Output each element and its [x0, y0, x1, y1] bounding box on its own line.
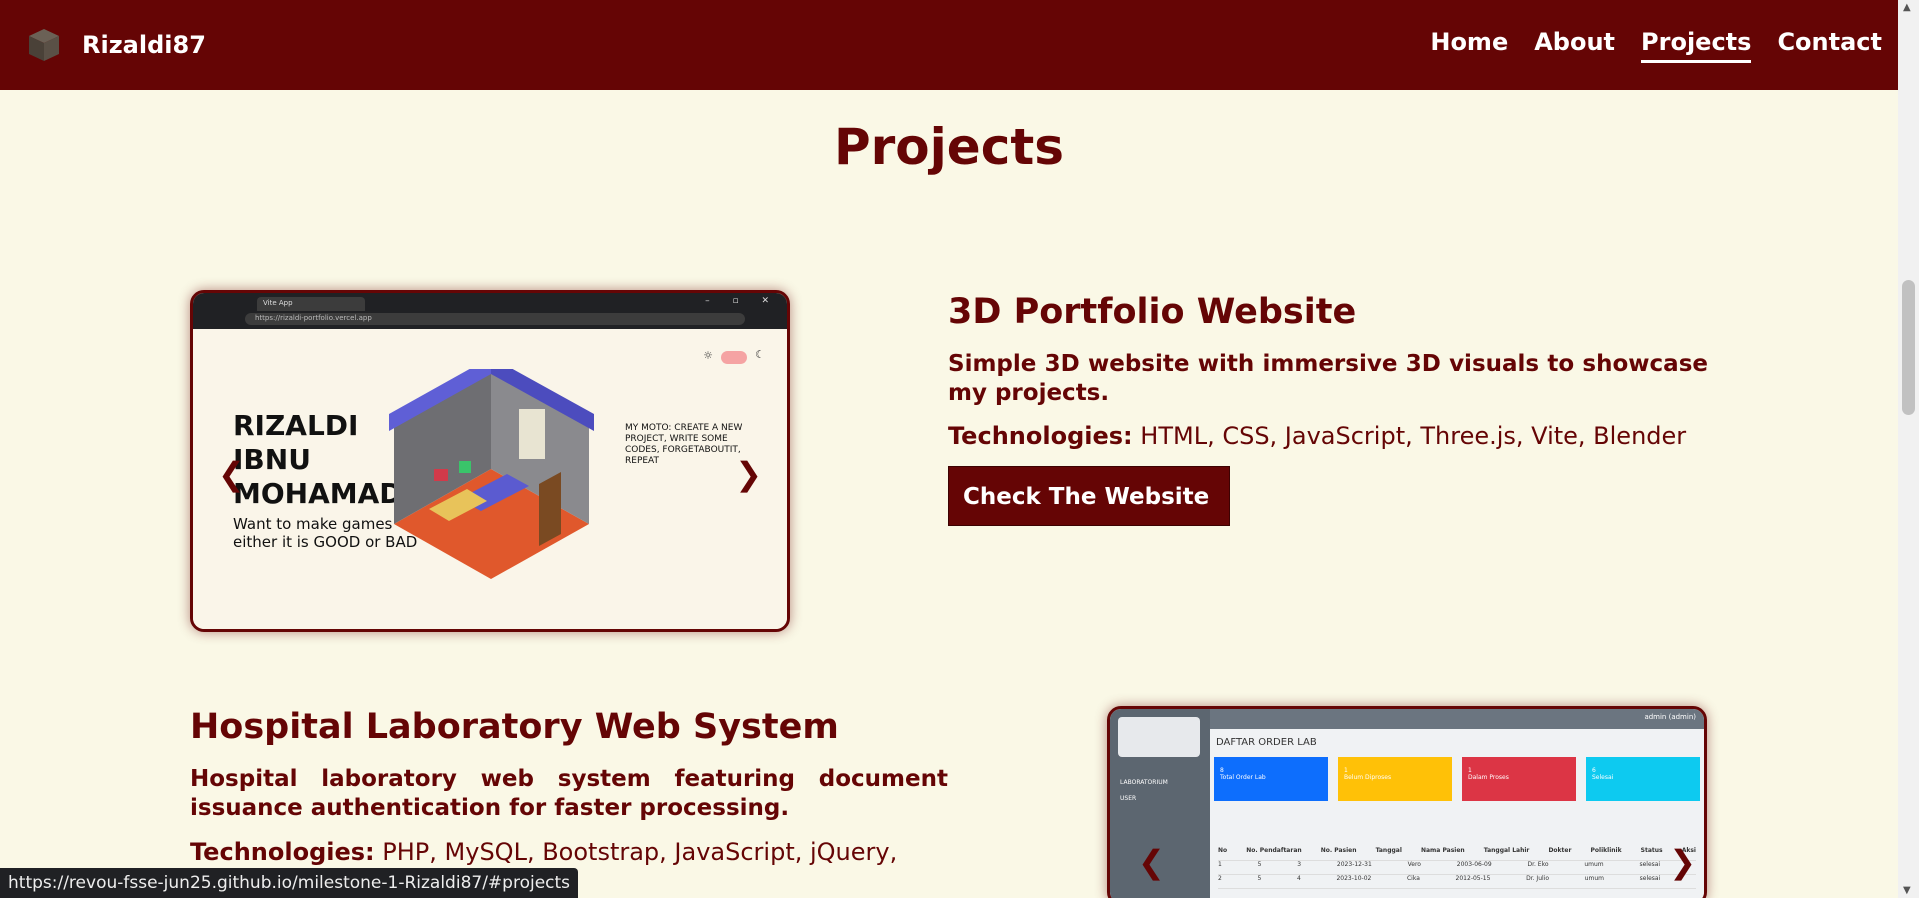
hospital-logo [1118, 717, 1200, 757]
browser-chrome: Vite App https://rizaldi-portfolio.verce… [193, 293, 787, 329]
dashboard-topbar: admin (admin) [1210, 709, 1704, 729]
table-cell: Dr. Julio [1526, 875, 1550, 882]
table-cell: Tanggal [1375, 847, 1402, 854]
table-cell: Dokter [1548, 847, 1572, 854]
project-1-title: 3D Portfolio Website [948, 292, 1357, 332]
table-cell: selesai [1639, 875, 1661, 882]
stat-card: 6 Selesai [1586, 757, 1700, 801]
table-cell: No [1218, 847, 1228, 854]
tech-list: PHP, MySQL, Bootstrap, JavaScript, jQuer… [382, 838, 898, 866]
project-2-title: Hospital Laboratory Web System [190, 707, 839, 747]
brand[interactable]: Rizaldi87 [26, 27, 206, 63]
stat-card: 1 Dalam Proses [1462, 757, 1576, 801]
navbar: Rizaldi87 Home About Projects Contact [0, 0, 1898, 90]
stat-card: 8 Total Order Lab [1214, 757, 1328, 801]
scroll-down-icon[interactable]: ▼ [1903, 885, 1911, 896]
section-title: Projects [833, 118, 1064, 176]
dashboard-cards: 8 Total Order Lab 1 Belum Diproses 1 Dalam … [1214, 757, 1700, 801]
project-1-tech: Technologies: HTML, CSS, JavaScript, Thr… [948, 422, 1686, 450]
table-cell: 2003-06-09 [1456, 861, 1492, 868]
table-cell: Vero [1407, 861, 1421, 868]
table-cell: selesai [1639, 861, 1661, 868]
tech-label: Technologies: [948, 422, 1133, 450]
nav-link-about[interactable]: About [1534, 28, 1615, 63]
stat-card: 1 Belum Diproses [1338, 757, 1452, 801]
preview-moto: MY MOTO: CREATE A NEW PROJECT, WRITE SOM… [625, 423, 743, 466]
table-cell: Nama Pasien [1420, 847, 1465, 854]
table-cell: 3 [1297, 861, 1302, 868]
project-1-carousel: Vite App https://rizaldi-portfolio.verce… [190, 290, 790, 632]
nav-links: Home About Projects Contact [1430, 28, 1882, 63]
carousel-prev-button[interactable]: ❮ [1138, 843, 1165, 881]
project-2-carousel: LABORATORIUM USER admin (admin) DAFTAR O… [1107, 706, 1707, 898]
dashboard-menu: LABORATORIUM USER [1120, 775, 1168, 807]
moon-icon: ☾ [755, 348, 765, 361]
cube-icon [29, 29, 59, 61]
brand-name: Rizaldi87 [82, 31, 206, 59]
dashboard-main: DAFTAR ORDER LAB 8 Total Order Lab 1 Belum… [1210, 729, 1704, 898]
table-cell: 2023-12-31 [1336, 861, 1372, 868]
order-table: No No. Pendaftaran No. Pasien Tanggal Nama P… [1218, 847, 1696, 889]
nav-link-projects[interactable]: Projects [1641, 28, 1752, 63]
nav-link-contact[interactable]: Contact [1777, 28, 1882, 63]
nav-link-home[interactable]: Home [1430, 28, 1508, 63]
carousel-prev-button[interactable]: ❮ [218, 455, 245, 493]
isometric-room-illustration [389, 369, 594, 579]
project-2-tech: Technologies: PHP, MySQL, Bootstrap, Jav… [190, 838, 948, 866]
table-row: 1 5 3 2023-12-31 Vero 2003-06-09 Dr. Eko umum se… [1218, 861, 1696, 875]
menu-item: LABORATORIUM [1120, 779, 1168, 786]
tech-label: Technologies: [190, 838, 375, 866]
link-status-bar: https://revou-fsse-jun25.github.io/miles… [0, 868, 579, 898]
menu-item: USER [1120, 795, 1137, 802]
table-cell: 1 [1218, 861, 1222, 868]
table-cell: No. Pasien [1320, 847, 1357, 854]
table-row: 2 5 4 2023-10-02 Cika 2012-05-15 Dr. Julio umum… [1218, 875, 1696, 889]
window-controls: – ▫ ✕ [705, 296, 779, 306]
table-cell: 2023-10-02 [1336, 875, 1372, 882]
project-2-description: Hospital laboratory web system featuring… [190, 766, 948, 821]
table-cell: 4 [1296, 875, 1301, 882]
table-cell: Cika [1406, 875, 1420, 882]
table-cell: No. Pendaftaran [1246, 847, 1302, 854]
table-cell: 5 [1257, 861, 1262, 868]
table-cell: umum [1584, 861, 1604, 868]
page-scrollbar[interactable]: ▲ ▼ [1898, 0, 1919, 898]
table-cell: 2012-05-15 [1455, 875, 1491, 882]
table-cell: Dr. Eko [1527, 861, 1549, 868]
scroll-up-icon[interactable]: ▲ [1903, 2, 1911, 13]
carousel-next-button[interactable]: ❯ [1669, 843, 1696, 881]
check-website-button[interactable]: Check The Website [948, 466, 1230, 526]
table-cell: 5 [1257, 875, 1262, 882]
table-cell: 2 [1218, 875, 1222, 882]
table-row: No No. Pendaftaran No. Pasien Tanggal Nama P… [1218, 847, 1696, 861]
table-cell: Tanggal Lahir [1483, 847, 1530, 854]
carousel-next-button[interactable]: ❯ [735, 455, 762, 493]
table-cell: umum [1584, 875, 1604, 882]
project-1-preview: ☼ ☾ RIZALDI IBNU MOHAMAD Want to make ga… [193, 329, 787, 629]
theme-toggle [721, 351, 747, 364]
dashboard-heading: DAFTAR ORDER LAB [1216, 737, 1317, 748]
browser-tab: Vite App [257, 297, 365, 311]
project-1-description: Simple 3D website with immersive 3D visu… [948, 351, 1708, 406]
scroll-thumb[interactable] [1902, 280, 1915, 415]
browser-url: https://rizaldi-portfolio.vercel.app [245, 313, 745, 325]
table-cell: Status [1640, 847, 1663, 854]
tech-list: HTML, CSS, JavaScript, Three.js, Vite, B… [1140, 422, 1687, 450]
table-cell: Poliklinik [1590, 847, 1622, 854]
sun-icon: ☼ [703, 349, 713, 362]
